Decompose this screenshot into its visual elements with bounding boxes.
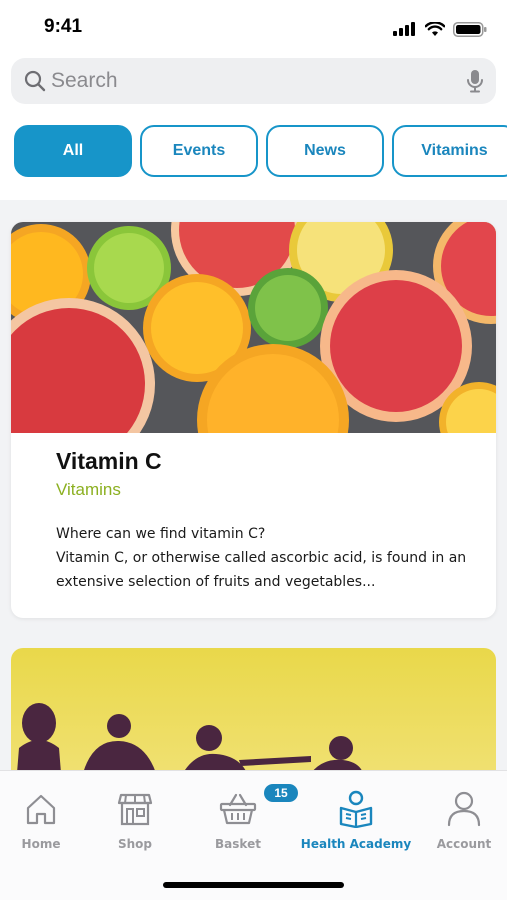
- bottom-tab-bar: Home Shop Basket Health Academy Account: [0, 770, 507, 900]
- search-icon: [24, 70, 46, 92]
- filter-chips: All Events News Vitamins: [0, 125, 507, 179]
- book-reader-icon: [339, 790, 373, 828]
- status-icons: [393, 20, 487, 38]
- tab-health-academy-label: Health Academy: [300, 837, 412, 851]
- tab-account[interactable]: Account: [433, 771, 495, 871]
- article-category: Vitamins: [56, 480, 121, 499]
- user-icon: [447, 791, 481, 827]
- microphone-icon[interactable]: [466, 69, 484, 93]
- article-excerpt-line1: Where can we find vitamin C?: [56, 526, 266, 542]
- home-indicator: [163, 882, 344, 888]
- tab-basket[interactable]: Basket: [207, 771, 269, 871]
- wifi-icon: [425, 21, 445, 36]
- filter-chip-vitamins[interactable]: Vitamins: [392, 125, 507, 177]
- tab-home[interactable]: Home: [10, 771, 72, 871]
- battery-icon: [453, 21, 487, 37]
- status-time: 9:41: [44, 16, 83, 37]
- tab-health-academy[interactable]: Health Academy: [301, 771, 411, 871]
- article-excerpt-line2: Vitamin C, or otherwise called ascorbic …: [56, 550, 467, 590]
- tab-shop-label: Shop: [117, 837, 153, 851]
- article-title: Vitamin C: [56, 448, 162, 474]
- basket-icon: [219, 793, 257, 825]
- citrus-fruits-image: [11, 222, 496, 433]
- basket-count-badge: 15: [264, 784, 298, 802]
- tab-basket-label: Basket: [215, 837, 261, 851]
- cellular-signal-icon: [393, 22, 415, 36]
- home-icon: [26, 794, 56, 825]
- filter-chip-all[interactable]: All: [14, 125, 132, 177]
- search-input[interactable]: [51, 64, 451, 98]
- filter-chip-news[interactable]: News: [266, 125, 384, 177]
- search-bar[interactable]: [11, 58, 496, 104]
- article-excerpt: Where can we find vitamin C? Vitamin C, …: [56, 522, 481, 594]
- tab-shop[interactable]: Shop: [104, 771, 166, 871]
- article-card[interactable]: Vitamin C Vitamins Where can we find vit…: [11, 222, 496, 618]
- filter-chip-events[interactable]: Events: [140, 125, 258, 177]
- status-bar: 9:41: [0, 0, 507, 52]
- shop-icon: [117, 793, 153, 826]
- tab-home-label: Home: [21, 837, 61, 851]
- tab-account-label: Account: [436, 837, 492, 851]
